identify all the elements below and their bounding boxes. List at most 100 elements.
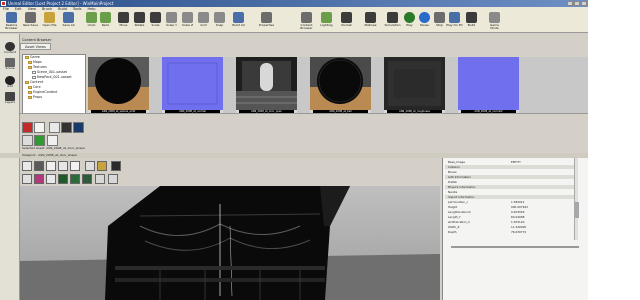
normal-map-2-preview-image <box>458 57 519 110</box>
window-controls <box>567 1 587 6</box>
property-section[interactable]: LOD Information <box>445 175 575 179</box>
editor-window: Unreal Editor [Lost Project 2 Editor] - … <box>0 0 588 300</box>
ball-preview-image <box>310 57 371 110</box>
open-button[interactable]: Open File <box>41 12 58 32</box>
material-icon[interactable] <box>34 174 44 184</box>
undo-icon <box>86 12 97 23</box>
mesh-icon[interactable] <box>46 174 56 184</box>
property-row[interactable]: Height 000.007943 <box>445 205 575 209</box>
lit-icon[interactable] <box>46 161 56 171</box>
page-icon[interactable] <box>34 122 45 133</box>
minimize-icon[interactable] <box>567 1 573 6</box>
game-mode-button[interactable]: Game Mode <box>486 12 503 32</box>
swap-icon[interactable] <box>108 174 118 184</box>
play-icon <box>404 12 415 23</box>
content-browser-button[interactable]: Content Browser <box>298 12 315 32</box>
property-row[interactable]: Base_Image ENTITY <box>445 160 575 164</box>
settings-icon[interactable] <box>97 161 107 171</box>
grid-button[interactable]: Grid <box>195 12 212 32</box>
folder-icon <box>28 91 32 94</box>
rotate-button[interactable]: Rotate <box>131 12 148 32</box>
add-asset-icon[interactable] <box>34 135 45 146</box>
wireframe-icon[interactable] <box>34 161 44 171</box>
add-tool-button[interactable]: Add <box>3 76 17 90</box>
fit-icon[interactable] <box>95 174 105 184</box>
door-scene-preview-image <box>236 57 297 110</box>
sphere-icon[interactable] <box>22 174 32 184</box>
move-button[interactable]: Move <box>115 12 132 32</box>
rotate-icon <box>134 12 145 23</box>
redo-button[interactable]: Redo <box>97 12 114 32</box>
record-icon[interactable] <box>22 122 33 133</box>
build-all-button[interactable]: Build All <box>230 12 247 32</box>
search-icon[interactable] <box>22 135 33 146</box>
clock-icon[interactable] <box>49 122 60 133</box>
property-row[interactable]: pelYlocation_c 1.382021 <box>445 200 575 204</box>
refresh-icon[interactable] <box>61 122 72 133</box>
properties-slider[interactable] <box>451 246 579 248</box>
property-section[interactable]: Import Information <box>445 195 575 199</box>
snap-button[interactable]: Snap <box>211 12 228 32</box>
property-row[interactable]: LengthlocationX 0.203026 <box>445 210 575 214</box>
scene-tool-button[interactable]: Scene <box>3 58 17 72</box>
tab-asset-views[interactable]: Asset Views <box>20 43 51 50</box>
simulation-icon <box>387 12 398 23</box>
property-row[interactable]: Length_Y 60.04098 <box>445 215 575 219</box>
properties-icon <box>261 12 272 23</box>
save-icon <box>63 12 74 23</box>
camera-icon[interactable] <box>111 161 121 171</box>
scale-y-button[interactable]: Scale Y <box>163 12 180 32</box>
left-tool-strip: Content Scene Add Layers <box>0 34 20 300</box>
asset-tools-strip: Selected Asset: ASN_2008_at_door_shape <box>20 113 588 158</box>
window-title: Unreal Editor [Lost Project 2 Editor] - … <box>8 1 114 6</box>
sphere-preview-image <box>88 57 149 110</box>
grid-toggle-icon[interactable] <box>70 161 80 171</box>
new-button[interactable]: New Save <box>22 12 39 32</box>
scrollbar-thumb[interactable] <box>575 202 579 218</box>
scale-y-icon <box>166 12 177 23</box>
property-row[interactable]: Width_Z 11.240000 <box>445 225 575 229</box>
property-row[interactable]: Bones <box>445 170 575 174</box>
property-section[interactable]: Collision <box>445 165 575 169</box>
wand-icon[interactable] <box>73 122 84 133</box>
3d-viewport[interactable] <box>20 186 440 300</box>
play-on-pc-icon <box>449 12 460 23</box>
stop-icon <box>434 12 445 23</box>
save-all-button[interactable]: Save All <box>60 12 77 32</box>
game-mode-icon <box>489 12 500 23</box>
close-icon[interactable] <box>581 1 587 6</box>
property-row[interactable]: Prefab <box>445 180 575 184</box>
realtime-icon[interactable] <box>85 161 95 171</box>
maximize-icon[interactable] <box>574 1 580 6</box>
folder-icon <box>25 81 29 84</box>
scale-button[interactable]: Scale <box>147 12 164 32</box>
collision-icon[interactable] <box>58 174 68 184</box>
properties-scrollbar[interactable] <box>574 158 579 240</box>
scale-z-icon <box>182 12 193 23</box>
bounds-icon[interactable] <box>70 174 80 184</box>
tree-item[interactable]: Props <box>23 95 85 100</box>
simulation-button[interactable]: Simulation <box>384 12 401 32</box>
build-2-button[interactable]: Build <box>463 12 480 32</box>
restore-browser-button[interactable]: Restore Browser <box>3 12 20 32</box>
property-row[interactable]: Depth 76.030772 <box>445 230 575 234</box>
perspective-icon[interactable] <box>22 161 32 171</box>
import-icon[interactable] <box>47 135 58 146</box>
play-on-pc-button[interactable]: Play On PC <box>446 12 463 32</box>
property-section[interactable]: Physics Information <box>445 185 575 189</box>
layers-tool-button[interactable]: Layers <box>3 92 17 106</box>
snap-icon <box>214 12 225 23</box>
normals-icon[interactable] <box>82 174 92 184</box>
kismet-button[interactable]: Kismet <box>338 12 355 32</box>
scale-z-button[interactable]: Scale Z <box>179 12 196 32</box>
file-icon <box>32 71 36 74</box>
content-tool-button[interactable]: Content <box>3 42 17 56</box>
folder-icon <box>28 66 32 69</box>
build-icon <box>233 12 244 23</box>
unlit-icon[interactable] <box>58 161 68 171</box>
property-row[interactable]: widthlocation_h 1.303120 <box>445 220 575 224</box>
property-row[interactable]: Nanite <box>445 190 575 194</box>
properties-button[interactable]: Properties <box>258 12 275 32</box>
lighting-button[interactable]: Lighting <box>318 12 335 32</box>
matinee-button[interactable]: Matinee <box>362 12 379 32</box>
